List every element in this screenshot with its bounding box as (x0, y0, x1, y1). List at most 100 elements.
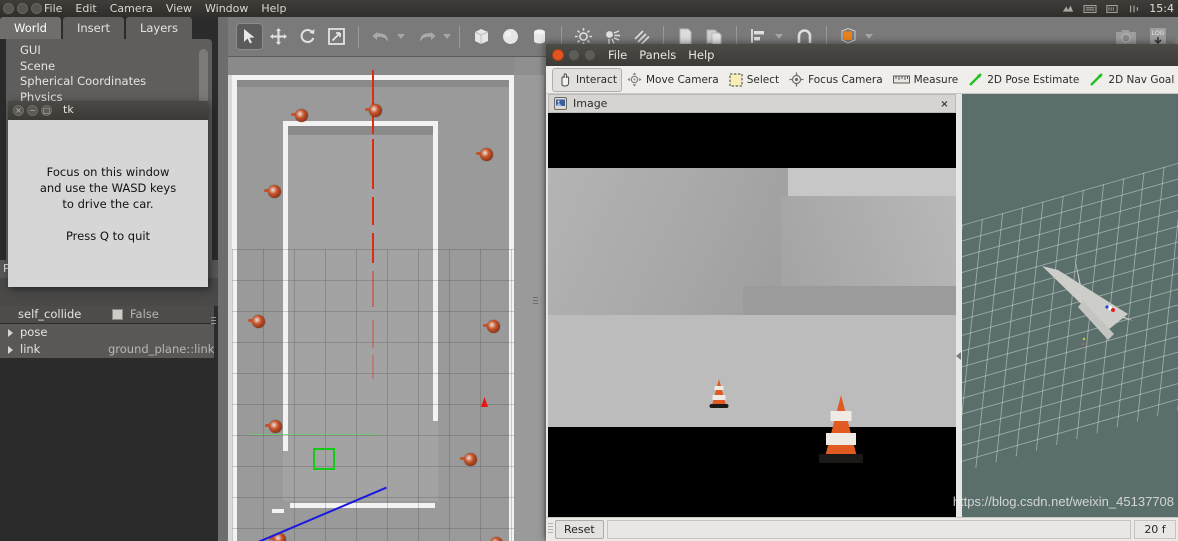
tool-select[interactable]: Select (724, 68, 784, 92)
rviz-window-controls[interactable] (552, 49, 596, 61)
battery-icon[interactable] (1105, 3, 1119, 15)
panel-resize-grip[interactable] (211, 317, 216, 331)
rviz-window: File Panels Help Interact Move Camera Se… (546, 44, 1178, 541)
tk-title-bar[interactable]: × − □ tk (8, 101, 208, 120)
center-line-segment (372, 355, 374, 379)
inner-wall-shadow-top (287, 125, 435, 135)
tab-layers[interactable]: Layers (125, 17, 193, 39)
tk-message-line-1: Focus on this window (46, 164, 170, 179)
tool-interact[interactable]: Interact (552, 67, 622, 92)
rviz-menu-panels[interactable]: Panels (639, 47, 676, 63)
layers-dropdown-caret-icon[interactable] (865, 34, 873, 39)
volume-icon[interactable] (1127, 3, 1141, 15)
system-tray[interactable]: 15:4 (1061, 1, 1174, 16)
redo-tool[interactable] (413, 23, 440, 50)
fps-indicator: 20 f (1134, 520, 1176, 539)
center-line-segment (372, 197, 374, 225)
rviz-minimize-button[interactable] (568, 49, 580, 61)
rviz-toolbar[interactable]: Interact Move Camera Select Focus Camera… (546, 66, 1178, 94)
menu-item-help[interactable]: Help (261, 1, 286, 16)
tk-maximize-button[interactable]: □ (41, 105, 52, 116)
traffic-cone (476, 148, 493, 161)
translate-tool[interactable] (265, 23, 292, 50)
property-row-pose[interactable]: pose (0, 324, 214, 341)
desktop-top-panel: File Edit Camera View Window Help 15:4 (0, 0, 1178, 17)
rviz-3d-view[interactable] (962, 94, 1178, 541)
tree-item-scene[interactable]: Scene (20, 59, 212, 75)
camera-image-view[interactable] (548, 113, 956, 541)
tool-2d-nav-goal[interactable]: 2D Nav Goal (1084, 68, 1178, 92)
menu-item-file[interactable]: File (44, 1, 62, 16)
align-dropdown-caret-icon[interactable] (775, 34, 783, 39)
undo-tool[interactable] (367, 23, 394, 50)
box-shape-tool[interactable] (468, 23, 495, 50)
panel-splitter[interactable] (957, 149, 962, 541)
global-menu-bar[interactable]: File Edit Camera View Window Help (44, 1, 286, 16)
tool-move-camera[interactable]: Move Camera (622, 68, 724, 92)
menu-item-camera[interactable]: Camera (110, 1, 153, 16)
rviz-close-button[interactable] (552, 49, 564, 61)
menu-item-view[interactable]: View (166, 1, 192, 16)
toolbar-separator (358, 25, 359, 48)
property-row-self-collide[interactable]: self_collide False (0, 306, 214, 323)
rviz-menu-bar[interactable]: File Panels Help (608, 47, 714, 63)
expand-arrow-icon[interactable] (8, 329, 13, 337)
traffic-cone-near (818, 383, 864, 463)
expand-arrow-icon[interactable] (8, 346, 13, 354)
tab-insert[interactable]: Insert (62, 17, 124, 39)
tool-focus-camera[interactable]: Focus Camera (784, 68, 888, 92)
tool-focus-camera-label: Focus Camera (808, 73, 883, 86)
rotate-tool[interactable] (294, 23, 321, 50)
image-panel-title: Image (573, 97, 608, 110)
traffic-cone (264, 185, 281, 198)
panel-collapse-arrow-icon[interactable] (956, 352, 961, 360)
tk-close-button[interactable]: × (13, 105, 24, 116)
close-button[interactable] (3, 3, 14, 14)
tree-item-gui[interactable]: GUI (20, 43, 212, 59)
scale-tool[interactable] (323, 23, 350, 50)
rviz-menu-help[interactable]: Help (688, 47, 714, 63)
traffic-cone (248, 315, 265, 328)
undo-dropdown-caret-icon[interactable] (397, 34, 405, 39)
reset-button[interactable]: Reset (555, 520, 604, 539)
tree-item-spherical-coordinates[interactable]: Spherical Coordinates (20, 74, 212, 90)
gazebo-tab-bar[interactable]: World Insert Layers (0, 17, 194, 39)
property-row-link[interactable]: link ground_plane::link (0, 341, 214, 358)
tool-interact-label: Interact (576, 73, 617, 86)
tab-world[interactable]: World (0, 17, 61, 39)
tk-dialog[interactable]: × − □ tk Focus on this window and use th… (8, 101, 208, 287)
rviz-menu-file[interactable]: File (608, 47, 627, 63)
keyboard-icon[interactable] (1083, 3, 1097, 15)
tk-minimize-button[interactable]: − (27, 105, 38, 116)
sphere-shape-tool[interactable] (497, 23, 524, 50)
rviz-title-bar[interactable]: File Panels Help (546, 44, 1178, 66)
gazebo-scene[interactable] (229, 70, 544, 541)
self-collide-checkbox[interactable] (112, 309, 123, 320)
image-panel-icon (554, 97, 567, 110)
network-icon[interactable] (1061, 3, 1075, 15)
traffic-cone (365, 104, 382, 117)
selection-box[interactable] (313, 448, 335, 470)
rviz-maximize-button[interactable] (584, 49, 596, 61)
traffic-cone (265, 420, 282, 433)
tk-window-controls[interactable]: × − □ (13, 105, 52, 116)
maximize-button[interactable] (31, 3, 42, 14)
tool-2d-pose-estimate[interactable]: 2D Pose Estimate (963, 68, 1084, 92)
laser-scan-shapes (1042, 254, 1134, 345)
inner-wall-top (283, 121, 438, 126)
status-grip[interactable] (548, 522, 553, 537)
image-panel-header[interactable]: Image × (548, 94, 956, 113)
focus-camera-icon (789, 72, 804, 87)
select-arrow-tool[interactable] (236, 23, 263, 50)
image-panel-close-icon[interactable]: × (938, 98, 951, 111)
green-arrow-icon (969, 73, 983, 86)
window-controls[interactable] (3, 3, 42, 14)
redo-dropdown-caret-icon[interactable] (443, 34, 451, 39)
clock[interactable]: 15:4 (1149, 1, 1174, 16)
minimize-button[interactable] (17, 3, 28, 14)
menu-item-window[interactable]: Window (205, 1, 248, 16)
viewport-resize-grip[interactable] (533, 297, 538, 311)
svg-text:LOG: LOG (1152, 31, 1165, 37)
menu-item-edit[interactable]: Edit (75, 1, 96, 16)
tool-measure[interactable]: Measure (888, 68, 964, 92)
